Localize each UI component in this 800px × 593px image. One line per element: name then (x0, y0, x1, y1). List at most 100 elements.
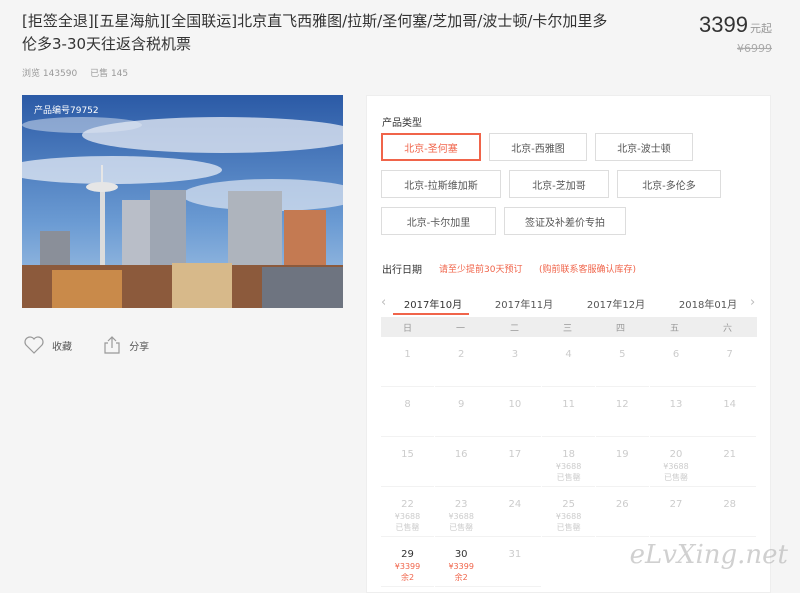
calendar-day-cell: 24 (488, 487, 542, 537)
day-number: 1 (404, 349, 411, 360)
day-number: 9 (458, 399, 465, 410)
weekday-label: 四 (615, 324, 625, 334)
calendar-day-cell: 28 (703, 487, 757, 537)
calendar-day-cell: 20 ¥3688 已售罄 (649, 437, 703, 487)
day-number: 13 (669, 399, 683, 410)
calendar-day-cell: 13 (649, 387, 703, 437)
day-number: 5 (619, 349, 626, 360)
day-price: ¥3399 (394, 562, 421, 571)
calendar-day-cell: 21 (703, 437, 757, 487)
price-unit: 元起 (750, 22, 772, 35)
day-stock: 已售罄 (449, 523, 474, 532)
day-price: ¥3688 (394, 512, 421, 521)
next-month-icon[interactable]: › (750, 295, 755, 310)
calendar-day-cell: 9 (434, 387, 488, 437)
tab-month-nov[interactable]: 2017年11月 (484, 296, 564, 311)
day-number: 26 (615, 499, 629, 510)
calendar-day-cell: 26 (595, 487, 649, 537)
day-number: 24 (508, 499, 522, 510)
calendar-day-cell: 12 (595, 387, 649, 437)
day-number: 22 (401, 499, 414, 510)
day-number: 10 (508, 399, 522, 410)
weekday-label: 二 (509, 324, 519, 334)
day-number: 27 (669, 499, 683, 510)
price-value: 3399 (699, 12, 748, 37)
seattle-skyline-image (22, 95, 343, 308)
calendar-day-cell: 27 (649, 487, 703, 537)
stats: 浏览 143590 已售 145 (22, 66, 138, 79)
day-number: 7 (726, 349, 733, 360)
tab-month-dec[interactable]: 2017年12月 (576, 296, 656, 311)
day-price: ¥3688 (448, 512, 474, 521)
booking-hint: 请至少提前30天预订 (439, 265, 523, 275)
share-icon (104, 336, 120, 354)
calendar-day-cell: 17 (488, 437, 542, 487)
day-number: 14 (723, 399, 737, 410)
option-toronto[interactable]: 北京-多伦多 (617, 170, 721, 198)
day-stock: 已售罄 (556, 523, 581, 532)
day-price: ¥3399 (448, 562, 474, 571)
option-visa-supplement[interactable]: 签证及补差价专拍 (504, 207, 626, 235)
calendar-day-cell: 4 (542, 337, 596, 387)
calendar-day-cell: 14 (703, 387, 757, 437)
calendar-day-cell: 25 ¥3688 已售罄 (542, 487, 596, 537)
product-title: [拒签全退][五星海航][全国联运]北京直飞西雅图/拉斯/圣何塞/芝加哥/波士顿… (22, 12, 608, 53)
option-seattle[interactable]: 北京-西雅图 (489, 133, 587, 161)
heart-icon (24, 336, 44, 354)
weekday-label: 日 (402, 324, 412, 334)
tab-month-jan[interactable]: 2018年01月 (668, 296, 748, 311)
day-stock: 余2 (454, 573, 468, 582)
option-las-vegas[interactable]: 北京-拉斯维加斯 (381, 170, 501, 198)
weekday-header: 日 一 二 三 四 五 六 (381, 317, 757, 337)
share-label: 分享 (129, 341, 150, 353)
day-stock: 余2 (400, 573, 415, 582)
day-number: 28 (723, 499, 737, 510)
action-bar: 收藏 分享 (24, 336, 177, 357)
calendar-day-cell: 19 (595, 437, 649, 487)
day-number: 31 (508, 549, 522, 560)
option-calgary[interactable]: 北京-卡尔加里 (381, 207, 496, 235)
share-button[interactable]: 分享 (103, 336, 149, 354)
calendar-day-cell: 7 (703, 337, 757, 387)
calendar-day-cell: 5 (595, 337, 649, 387)
weekday-label: 五 (669, 324, 679, 334)
day-number: 16 (454, 449, 468, 460)
calendar-day-cell: 1 (381, 337, 434, 387)
option-boston[interactable]: 北京-波士顿 (595, 133, 693, 161)
sold-count: 已售 145 (90, 69, 129, 79)
calendar-day-cell: 15 (381, 437, 434, 487)
travel-date-label: 出行日期 (382, 265, 422, 276)
day-number: 23 (454, 499, 468, 510)
day-number: 2 (458, 349, 465, 360)
day-number: 11 (562, 399, 575, 410)
day-number: 15 (401, 449, 414, 460)
option-chicago[interactable]: 北京-芝加哥 (509, 170, 609, 198)
day-number: 12 (615, 399, 629, 410)
weekday-label: 六 (722, 324, 732, 334)
prev-month-icon[interactable]: ‹ (381, 295, 386, 310)
month-tabs: ‹ 2017年10月 2017年11月 2017年12月 2018年01月 › (381, 292, 757, 316)
day-number: 25 (562, 499, 575, 510)
day-stock: 已售罄 (556, 473, 581, 482)
tab-month-oct[interactable]: 2017年10月 (393, 296, 473, 311)
product-code: 产品编号79752 (34, 106, 99, 116)
calendar-day-cell: 11 (542, 387, 596, 437)
booking-panel: 产品类型 北京-圣何塞 北京-西雅图 北京-波士顿 北京-拉斯维加斯 北京-芝加… (366, 95, 771, 593)
calendar-day-cell: 23 ¥3688 已售罄 (434, 487, 488, 537)
active-month-underline (393, 313, 469, 315)
calendar-day-cell: 3 (488, 337, 542, 387)
calendar-day-cell[interactable]: 29 ¥3399 余2 (381, 537, 434, 587)
day-number: 29 (401, 549, 414, 560)
calendar-day-cell[interactable]: 30 ¥3399 余2 (434, 537, 488, 587)
favorite-label: 收藏 (52, 341, 72, 353)
original-price: ¥6999 (737, 42, 772, 55)
day-number: 3 (511, 349, 519, 360)
weekday-label: 三 (562, 324, 572, 334)
favorite-button[interactable]: 收藏 (24, 336, 72, 354)
calendar-day-cell: 18 ¥3688 已售罄 (542, 437, 596, 487)
calendar-day-cell: 31 (488, 537, 542, 587)
day-stock: 已售罄 (395, 523, 420, 532)
day-price: ¥3688 (555, 512, 582, 521)
day-number: 6 (672, 349, 680, 360)
option-san-jose[interactable]: 北京-圣何塞 (381, 133, 481, 161)
